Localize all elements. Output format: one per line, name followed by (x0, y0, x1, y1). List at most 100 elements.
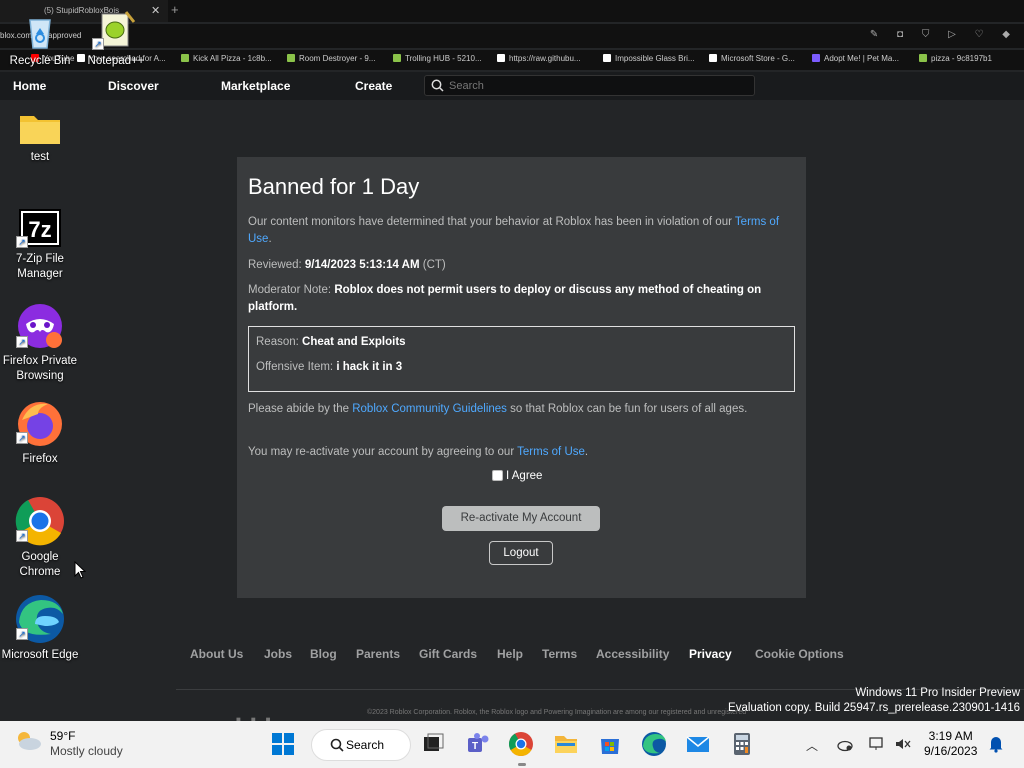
network-icon[interactable] (868, 736, 886, 752)
offensive-item-line: Offensive Item: i hack it in 3 (256, 359, 786, 376)
notification-bell-icon[interactable] (988, 735, 1004, 753)
bookmark-favicon-icon (393, 54, 401, 62)
volume-muted-icon[interactable] (894, 736, 912, 752)
reactivate-button[interactable]: Re-activate My Account (442, 506, 600, 531)
desktop-icon-label: Firefox (22, 453, 58, 465)
reviewed-line: Reviewed: 9/14/2023 5:13:14 AM (CT) (248, 257, 798, 274)
clock-date: 9/16/2023 (924, 744, 978, 758)
reason-line: Reason: Cheat and Exploits (256, 334, 786, 351)
desktop-icon-firefox-private[interactable]: Firefox Private Browsing ↗ (0, 302, 80, 384)
bookmark-label: Impossible Glass Bri... (615, 54, 695, 63)
footer-link[interactable]: Parents (356, 647, 400, 661)
terms-link-2[interactable]: Terms of Use (517, 446, 585, 458)
desktop-icon-label: test (30, 151, 50, 163)
bookmark-favicon-icon (181, 54, 189, 62)
folder-icon (20, 116, 60, 144)
desktop-icon-label: Notepad++ (87, 55, 145, 67)
bookmark-item[interactable]: pizza - 9c8197b1 (919, 54, 992, 63)
bookmark-item[interactable]: Impossible Glass Bri... (603, 54, 695, 63)
footer-link[interactable]: Cookie Options (755, 647, 844, 661)
desktop-icon-notepad[interactable]: Notepad++ ↗ (76, 8, 156, 69)
shortcut-arrow-icon: ↗ (16, 336, 28, 348)
nav-marketplace[interactable]: Marketplace (221, 79, 290, 93)
taskbar: 59°F Mostly cloudy Search T ︿ 3:19 AM 9/… (0, 721, 1024, 768)
footer-link[interactable]: Terms (542, 647, 577, 661)
footer-link[interactable]: Privacy (689, 647, 732, 661)
desktop-icon-edge[interactable]: Microsoft Edge ↗ (0, 594, 80, 663)
watermark-line1: Windows 11 Pro Insider Preview (855, 687, 1020, 699)
reactivate-text: You may re-activate your account by agre… (248, 446, 589, 458)
bookmark-favicon-icon (287, 54, 295, 62)
bookmark-item[interactable]: Adopt Me! | Pet Ma... (812, 54, 899, 63)
watermark-line2: Evaluation copy. Build 25947.rs_prerelea… (728, 702, 1020, 714)
footer-link[interactable]: Accessibility (596, 647, 669, 661)
reason-box: Reason: Cheat and Exploits Offensive Ite… (248, 326, 795, 392)
nav-create[interactable]: Create (355, 79, 392, 93)
footer-link[interactable]: Gift Cards (419, 647, 477, 661)
weather-widget[interactable]: 59°F Mostly cloudy (14, 729, 123, 758)
desktop-icon-firefox[interactable]: Firefox ↗ (0, 400, 80, 467)
chrome-taskbar-icon[interactable] (508, 731, 534, 757)
bookmark-label: Adopt Me! | Pet Ma... (824, 54, 899, 63)
abide-post: so that Roblox can be fun for users of a… (510, 403, 748, 415)
search-icon (330, 738, 344, 752)
desktop-icon-label: 7-Zip File Manager (16, 253, 64, 280)
bookmark-item[interactable]: Room Destroyer - 9... (287, 54, 375, 63)
windows-watermark: Windows 11 Pro Insider Preview Evaluatio… (728, 686, 1020, 716)
svg-text:T: T (472, 741, 478, 752)
footer-link[interactable]: Jobs (264, 647, 292, 661)
taskbar-search[interactable]: Search (311, 729, 411, 761)
search-placeholder: Search (449, 80, 484, 92)
agree-label: I Agree (506, 470, 543, 482)
calculator-icon[interactable] (729, 731, 755, 757)
bookmark-item[interactable]: Microsoft Store - G... (709, 54, 795, 63)
mail-icon[interactable] (685, 731, 711, 757)
bookmark-item[interactable]: https://raw.githubu... (497, 54, 581, 63)
task-view-icon[interactable] (420, 731, 446, 757)
weather-condition: Mostly cloudy (50, 744, 123, 758)
show-hidden-icons-chevron-icon[interactable]: ︿ (806, 737, 818, 754)
clock-time: 3:19 AM (928, 729, 973, 743)
desktop-icon-recycle-bin[interactable]: Recycle Bin (0, 10, 80, 69)
start-menu-icon[interactable] (270, 731, 296, 757)
ban-title: Banned for 1 Day (248, 174, 420, 199)
desktop-icon-chrome[interactable]: Google Chrome ↗ (0, 496, 80, 580)
desktop-icon-7zip[interactable]: 7z 7-Zip File Manager ↗ (0, 208, 80, 282)
edge-taskbar-icon[interactable] (641, 731, 667, 757)
community-guidelines-link[interactable]: Roblox Community Guidelines (352, 403, 507, 415)
cloudy-weather-icon (18, 732, 41, 750)
reason-label: Reason: (256, 336, 299, 348)
new-tab-icon[interactable]: + (171, 2, 179, 17)
footer-link[interactable]: About Us (190, 647, 243, 661)
nav-home[interactable]: Home (13, 79, 46, 93)
microsoft-store-icon[interactable] (597, 731, 623, 757)
bookmark-favicon-icon (603, 54, 611, 62)
bookmark-favicon-icon (812, 54, 820, 62)
footer-link[interactable]: Blog (310, 647, 337, 661)
agree-checkbox-row[interactable]: I Agree (492, 470, 542, 482)
bookmark-favicon-icon (497, 54, 505, 62)
offensive-value: i hack it in 3 (336, 361, 403, 373)
taskbar-clock[interactable]: 3:19 AM 9/16/2023 (924, 729, 977, 759)
desktop-icon-test-folder[interactable]: test (0, 110, 80, 165)
bookmark-item[interactable]: Trolling HUB - 5210... (393, 54, 482, 63)
bookmark-item[interactable]: Kick All Pizza - 1c8b... (181, 54, 272, 63)
onedrive-icon[interactable] (836, 736, 854, 752)
agree-checkbox[interactable] (492, 470, 503, 481)
reason-value: Cheat and Exploits (302, 336, 406, 348)
footer-link[interactable]: Help (497, 647, 523, 661)
nav-discover[interactable]: Discover (108, 79, 159, 93)
toolbar-actions[interactable]: ✎ ◘ ⛉ ▷ ♡ ◆ (870, 29, 1018, 40)
ban-intro: Our content monitors have determined tha… (248, 216, 780, 245)
search-input[interactable]: Search (424, 75, 755, 96)
file-explorer-icon[interactable] (553, 731, 579, 757)
shortcut-arrow-icon: ↗ (92, 38, 104, 50)
teams-icon[interactable]: T (465, 731, 491, 757)
abide-pre: Please abide by the (248, 403, 350, 415)
roblox-navbar: Home Discover Marketplace Create Search (0, 72, 1024, 100)
desktop-icon-label: Recycle Bin (9, 55, 71, 67)
shortcut-arrow-icon: ↗ (16, 236, 28, 248)
desktop-icon-label: Microsoft Edge (1, 649, 79, 661)
logout-button[interactable]: Logout (489, 541, 553, 565)
desktop-icon-label: Firefox Private Browsing (2, 355, 78, 382)
